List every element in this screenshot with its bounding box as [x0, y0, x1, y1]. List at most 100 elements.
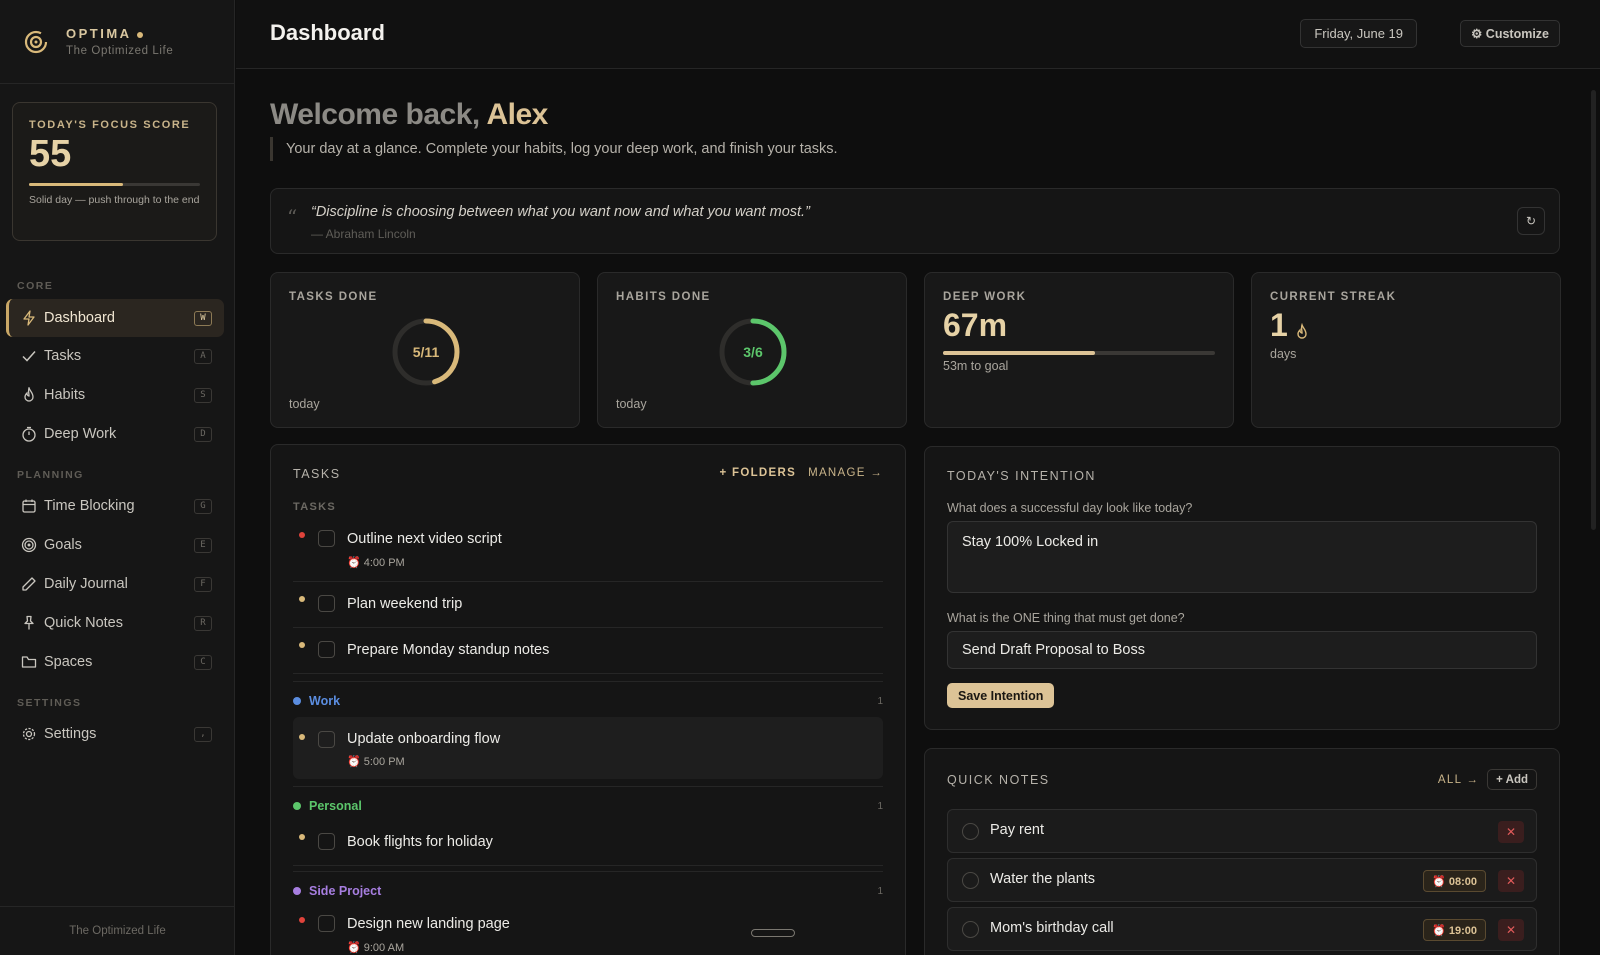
note-reminder-badge[interactable]: ⏰ 19:00: [1423, 919, 1486, 941]
quote-mark-icon: “: [287, 205, 298, 229]
tasks-panel-actions: + FOLDERS MANAGE →: [720, 467, 884, 479]
note-checkbox[interactable]: [962, 921, 979, 938]
flame-icon: [20, 386, 38, 404]
sidebar-item-daily-journal[interactable]: Daily Journal F: [6, 565, 224, 603]
customize-button[interactable]: ⚙ Customize: [1460, 20, 1560, 47]
stat-label: DEEP WORK: [943, 291, 1027, 303]
tasks-done-value: 5/11: [412, 344, 440, 360]
folder-dot: [293, 887, 301, 895]
folder-header-personal[interactable]: Personal 1: [293, 786, 883, 813]
pin-icon: [20, 614, 38, 632]
stat-card-habits[interactable]: HABITS DONE 3/6 today: [597, 272, 907, 428]
stat-sub: days: [1270, 347, 1297, 361]
priority-dot: [299, 642, 305, 648]
manage-button[interactable]: MANAGE →: [808, 467, 883, 479]
sidebar: OPTIMA The Optimized Life TODAY'S FOCUS …: [0, 0, 235, 955]
folder-header-work[interactable]: Work 1: [293, 681, 883, 708]
sidebar-item-label: Deep Work: [44, 426, 117, 442]
stat-card-tasks[interactable]: TASKS DONE 5/11 today: [270, 272, 580, 428]
task-checkbox[interactable]: [318, 641, 335, 658]
note-reminder-badge[interactable]: ⏰ 08:00: [1423, 870, 1486, 892]
sidebar-item-deep-work[interactable]: Deep Work D: [6, 415, 224, 453]
task-row[interactable]: Outline next video script ⏰ 4:00 PM: [293, 520, 883, 582]
lightning-icon: [20, 309, 38, 327]
sidebar-item-settings[interactable]: Settings ,: [6, 715, 224, 753]
welcome-heading: Welcome back, Alex: [270, 98, 548, 132]
folder-count: 1: [877, 696, 883, 707]
task-title: Outline next video script: [347, 531, 502, 547]
success-textarea[interactable]: Stay 100% Locked in: [947, 521, 1537, 593]
task-time: ⏰ 5:00 PM: [347, 756, 405, 768]
quote-text: “Discipline is choosing between what you…: [311, 204, 810, 220]
save-intention-button[interactable]: Save Intention: [947, 683, 1055, 708]
note-item[interactable]: Pay rent ✕: [947, 809, 1537, 853]
task-checkbox[interactable]: [318, 915, 335, 932]
stat-sub: today: [616, 397, 647, 411]
folder-name: Personal: [309, 799, 362, 813]
folder-dot: [293, 697, 301, 705]
note-checkbox[interactable]: [962, 872, 979, 889]
sidebar-item-dashboard[interactable]: Dashboard W: [6, 299, 224, 337]
task-checkbox[interactable]: [318, 595, 335, 612]
add-folder-button[interactable]: + FOLDERS: [720, 467, 797, 479]
add-note-button[interactable]: + Add: [1487, 769, 1537, 790]
sidebar-item-habits[interactable]: Habits S: [6, 376, 224, 414]
sidebar-item-time-blocking[interactable]: Time Blocking G: [6, 487, 224, 525]
nav-section-core: CORE: [17, 280, 54, 292]
shortcut-key: F: [194, 576, 212, 592]
shortcut-key: R: [194, 615, 212, 631]
stat-label: HABITS DONE: [616, 291, 711, 303]
refresh-quote-button[interactable]: ↻: [1517, 207, 1545, 235]
notes-actions: ALL → + Add: [1438, 769, 1537, 790]
all-notes-link[interactable]: ALL →: [1438, 774, 1479, 786]
note-item[interactable]: Mom's birthday call ⏰ 19:00 ✕: [947, 907, 1537, 951]
shortcut-key: ,: [194, 726, 212, 742]
task-row[interactable]: Design new landing page ⏰ 9:00 AM: [293, 905, 883, 955]
sidebar-item-label: Tasks: [44, 348, 82, 364]
sidebar-item-tasks[interactable]: Tasks A: [6, 337, 224, 375]
focus-score-label: TODAY'S FOCUS SCORE: [29, 119, 191, 131]
focus-score-value: 55: [29, 133, 72, 175]
task-checkbox[interactable]: [318, 833, 335, 850]
quote-author: — Abraham Lincoln: [311, 227, 416, 241]
note-item[interactable]: Water the plants ⏰ 08:00 ✕: [947, 858, 1537, 902]
quote-card: “ “Discipline is choosing between what y…: [270, 188, 1560, 254]
stat-sub: today: [289, 397, 320, 411]
one-thing-input[interactable]: Send Draft Proposal to Boss: [947, 631, 1537, 669]
sidebar-item-label: Habits: [44, 387, 86, 403]
delete-note-button[interactable]: ✕: [1498, 821, 1524, 843]
sidebar-item-spaces[interactable]: Spaces C: [6, 643, 224, 681]
delete-note-button[interactable]: ✕: [1498, 870, 1524, 892]
top-header: Dashboard Friday, June 19 ⚙ Customize: [236, 0, 1600, 69]
shortcut-key: D: [194, 426, 212, 442]
scroll-handle[interactable]: [751, 929, 795, 937]
stat-card-streak[interactable]: CURRENT STREAK 1 days: [1251, 272, 1561, 428]
task-row[interactable]: Prepare Monday standup notes: [293, 629, 883, 674]
focus-score-fill: [29, 182, 124, 186]
delete-note-button[interactable]: ✕: [1498, 919, 1524, 941]
page-scrollbar[interactable]: [1591, 90, 1596, 530]
task-row[interactable]: Plan weekend trip: [293, 583, 883, 628]
sidebar-item-label: Settings: [44, 726, 97, 742]
streak-value: 1: [1270, 307, 1288, 343]
stat-card-deep-work[interactable]: DEEP WORK 67m 53m to goal: [924, 272, 1234, 428]
sidebar-item-quick-notes[interactable]: Quick Notes R: [6, 604, 224, 642]
task-row[interactable]: Update onboarding flow ⏰ 5:00 PM: [293, 717, 883, 779]
brand-tagline: The Optimized Life: [66, 45, 174, 57]
task-title: Design new landing page: [347, 916, 510, 932]
note-text: Water the plants: [990, 871, 1096, 887]
priority-dot: [299, 734, 305, 740]
task-checkbox[interactable]: [318, 530, 335, 547]
task-checkbox[interactable]: [318, 731, 335, 748]
task-title: Update onboarding flow: [347, 731, 501, 747]
priority-dot: [299, 834, 305, 840]
sidebar-item-goals[interactable]: Goals E: [6, 526, 224, 564]
panel-title: QUICK NOTES: [947, 773, 1050, 787]
task-row[interactable]: Book flights for holiday: [293, 821, 883, 866]
panel-title: TASKS: [293, 467, 341, 481]
note-checkbox[interactable]: [962, 823, 979, 840]
shortcut-key: G: [194, 498, 212, 514]
folder-header-side-project[interactable]: Side Project 1: [293, 871, 883, 898]
brand[interactable]: OPTIMA The Optimized Life: [0, 0, 234, 84]
date-chip[interactable]: Friday, June 19: [1300, 19, 1417, 48]
